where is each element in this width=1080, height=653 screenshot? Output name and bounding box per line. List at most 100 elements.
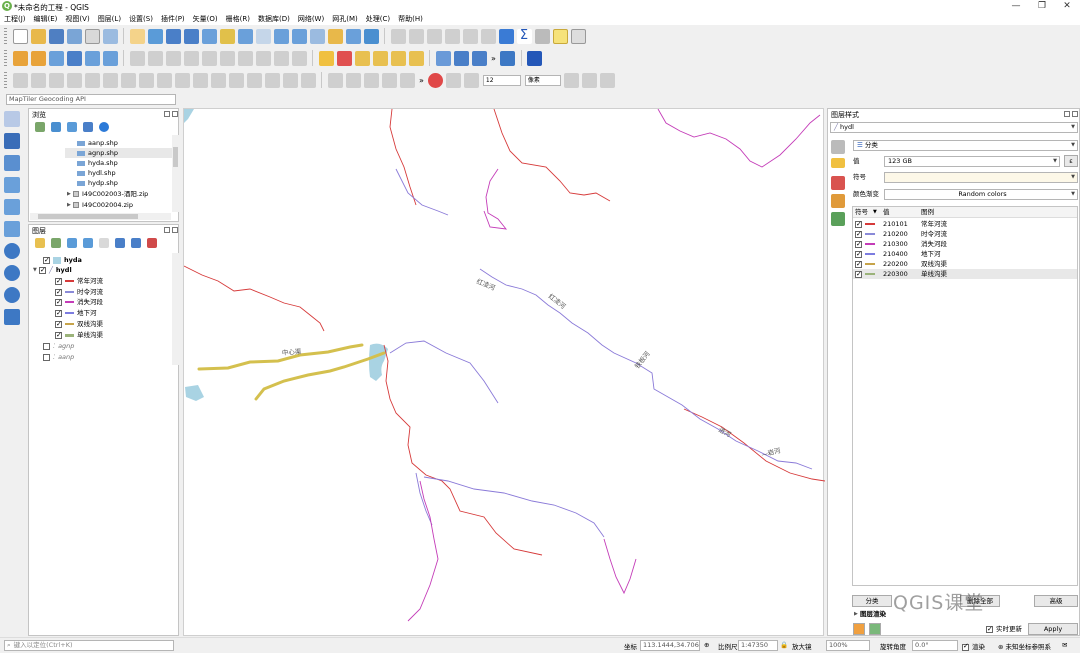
snap-mode-icon[interactable]	[446, 72, 462, 88]
menu-plugins[interactable]: 插件(P)	[157, 13, 189, 25]
browser-collapse-icon[interactable]	[82, 122, 93, 132]
statistics-sigma-icon[interactable]: Σ	[516, 28, 532, 44]
new-geopackage-icon[interactable]	[30, 50, 46, 66]
menu-vector[interactable]: 矢量(O)	[189, 13, 222, 25]
class-symbol-swatch[interactable]	[865, 223, 875, 225]
layer-agnp-checkbox[interactable]	[43, 342, 50, 350]
attribute-table-icon[interactable]	[480, 28, 496, 44]
spatial-query-icon[interactable]	[471, 50, 487, 66]
legend-item-4[interactable]: 地下河	[55, 308, 97, 318]
river-line[interactable]	[383, 344, 543, 556]
class-row[interactable]: 220200 双线沟渠	[853, 259, 1077, 269]
redo-style-icon[interactable]	[869, 623, 881, 635]
render-checkbox[interactable]: 渲染	[962, 641, 985, 651]
data-source-manager-icon[interactable]	[12, 50, 28, 66]
browser-item-zip-2[interactable]: ▶ I49C002004.zip	[67, 200, 133, 210]
class-checkbox[interactable]	[855, 219, 862, 229]
add-postgis-icon[interactable]	[4, 221, 20, 237]
locator-input[interactable]: ⌕ 键入以定位(Ctrl+K)	[4, 640, 174, 651]
river-line[interactable]	[683, 408, 826, 482]
snap-unit-select[interactable]: 像素	[524, 74, 561, 86]
rotation-input[interactable]: 0.0°	[912, 640, 958, 651]
menu-web[interactable]: 网络(W)	[294, 13, 328, 25]
merge-features-icon[interactable]	[246, 72, 262, 88]
river-line[interactable]	[479, 268, 813, 470]
legend-item-2[interactable]: 时令河流	[55, 287, 103, 297]
browser-item-hydp[interactable]: hydp.shp	[77, 178, 118, 188]
map-canvas[interactable]: 红凌河 红凌河 铁板河 进河 —岩河 中心渠	[183, 108, 826, 636]
class-symbol-swatch[interactable]	[865, 263, 875, 265]
menu-edit[interactable]: 编辑(E)	[30, 13, 62, 25]
metasearch-icon[interactable]	[453, 50, 469, 66]
map-tips-icon[interactable]	[552, 28, 568, 44]
river-line[interactable]	[423, 476, 605, 538]
legend-checkbox[interactable]	[55, 319, 62, 329]
offset-curve-icon[interactable]	[192, 72, 208, 88]
class-checkbox[interactable]	[855, 269, 862, 279]
rotate-point-icon[interactable]	[282, 72, 298, 88]
cut-features-icon[interactable]	[219, 50, 235, 66]
manage-themes-icon[interactable]	[66, 238, 77, 248]
live-update-checkbox[interactable]	[986, 624, 993, 634]
add-wfs-icon[interactable]	[4, 287, 20, 303]
fill-ring-icon[interactable]	[120, 72, 136, 88]
browser-add-icon[interactable]	[34, 122, 45, 132]
layer-agnp[interactable]: ⁚ agnp	[43, 341, 74, 351]
label-show-icon[interactable]	[354, 50, 370, 66]
delete-ring-icon[interactable]	[138, 72, 154, 88]
show-bookmarks-icon[interactable]	[345, 28, 361, 44]
add-vector-layer-icon[interactable]	[48, 50, 64, 66]
water-polygon[interactable]	[184, 109, 194, 123]
action-icon[interactable]	[408, 28, 424, 44]
class-symbol-swatch[interactable]	[865, 253, 875, 255]
add-part-icon[interactable]	[102, 72, 118, 88]
close-button[interactable]: ✕	[1052, 0, 1080, 13]
class-row[interactable]: 210101 常年河流	[853, 219, 1077, 229]
filter-legend-icon[interactable]	[82, 238, 93, 248]
reverse-line-icon[interactable]	[300, 72, 316, 88]
new-project-icon[interactable]	[12, 28, 28, 44]
live-update-toggle[interactable]: 实时更新	[986, 624, 1022, 634]
class-row[interactable]: 210300 消失河段	[853, 239, 1077, 249]
legend-checkbox[interactable]	[55, 276, 62, 286]
layer-hyda[interactable]: hyda	[43, 255, 82, 265]
node-tool-icon[interactable]	[30, 72, 46, 88]
advanced-button[interactable]: 高级	[1034, 595, 1078, 607]
legend-checkbox[interactable]	[55, 297, 62, 307]
legend-checkbox[interactable]	[55, 287, 62, 297]
class-row[interactable]: 210400 地下河	[853, 249, 1077, 259]
layout-manager-icon[interactable]	[102, 28, 118, 44]
diagram-tab-icon[interactable]	[831, 194, 845, 208]
layers-scrollbar[interactable]	[172, 253, 179, 365]
avoid-overlap-icon[interactable]	[600, 72, 616, 88]
messages-icon[interactable]: ✉	[1062, 641, 1067, 649]
browser-scrollbar[interactable]	[172, 135, 179, 212]
add-group-icon[interactable]	[50, 238, 61, 248]
refresh-icon[interactable]	[363, 28, 379, 44]
save-as-icon[interactable]	[66, 28, 82, 44]
layer-hyda-checkbox[interactable]	[43, 255, 50, 265]
layers-close-icon[interactable]	[172, 227, 178, 233]
layer-aanp[interactable]: ⁚ aanp	[43, 352, 74, 362]
snap-settings-icon[interactable]	[464, 72, 480, 88]
river-line[interactable]	[603, 538, 637, 595]
col-symbol[interactable]: 符号	[855, 207, 868, 217]
filter-expression-icon[interactable]	[98, 238, 109, 248]
symbol-button[interactable]: ▼	[884, 172, 1078, 183]
toolbar-more[interactable]: »	[491, 54, 496, 63]
class-symbol-swatch[interactable]	[865, 273, 875, 275]
labels-tab-icon[interactable]	[831, 158, 845, 168]
class-checkbox[interactable]	[855, 229, 862, 239]
layer-styling-icon[interactable]	[34, 238, 45, 248]
class-row[interactable]: 210200 时令河流	[853, 229, 1077, 239]
add-delimited-icon[interactable]	[4, 177, 20, 193]
digitize-icon[interactable]	[165, 50, 181, 66]
layers-float-icon[interactable]	[164, 227, 170, 233]
open-project-icon[interactable]	[30, 28, 46, 44]
symbology-tab-icon[interactable]	[831, 140, 845, 154]
reshape-icon[interactable]	[174, 72, 190, 88]
layer-aanp-checkbox[interactable]	[43, 353, 50, 361]
expression-button[interactable]: ε	[1064, 155, 1078, 167]
add-vector-icon[interactable]	[4, 111, 20, 127]
col-legend[interactable]: 图例	[921, 207, 934, 217]
